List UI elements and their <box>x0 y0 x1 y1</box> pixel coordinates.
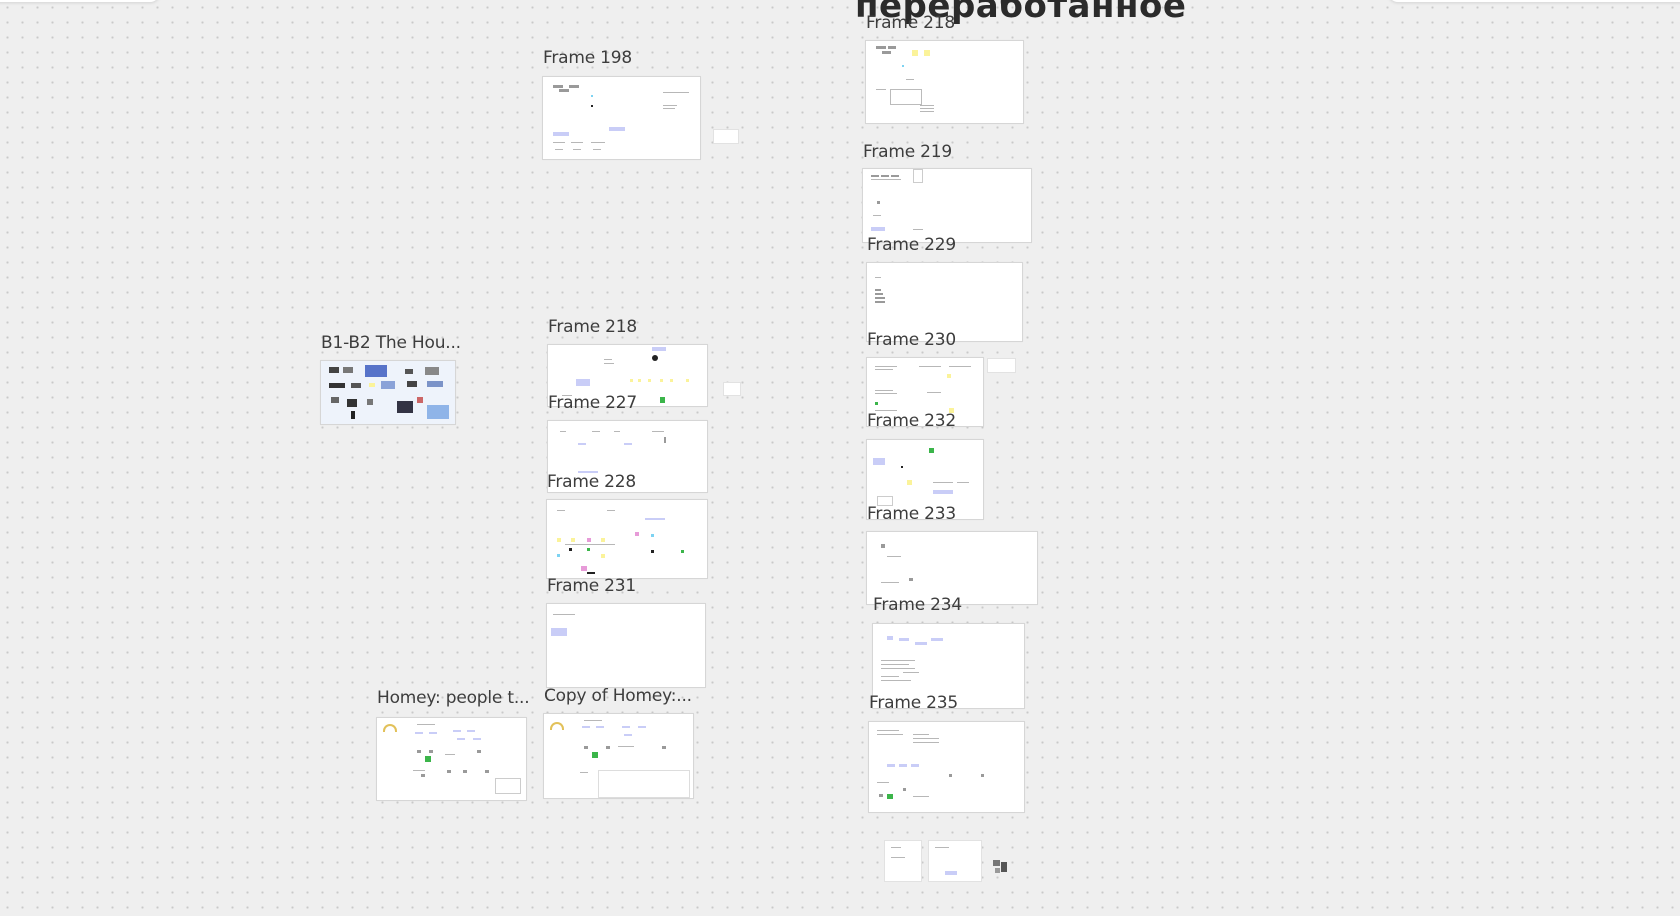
small-card[interactable] <box>713 129 739 144</box>
frame-228[interactable] <box>546 499 708 579</box>
frame-label-homey[interactable]: Homey: people t... <box>377 688 530 708</box>
frame-218-top[interactable] <box>865 40 1024 124</box>
image-thumbnail[interactable] <box>993 860 1009 874</box>
whiteboard-canvas[interactable]: переработанное Frame 198 Frame 218 Frame… <box>0 0 1680 916</box>
top-left-toolbar[interactable] <box>0 0 160 2</box>
mini-frame[interactable] <box>928 840 982 882</box>
frame-label-198[interactable]: Frame 198 <box>543 48 632 68</box>
frame-label-218-top[interactable]: Frame 218 <box>866 13 955 33</box>
frame-label-230[interactable]: Frame 230 <box>867 330 956 350</box>
top-right-toolbar[interactable] <box>1388 0 1680 2</box>
frame-label-232[interactable]: Frame 232 <box>867 411 956 431</box>
frame-233[interactable] <box>866 531 1038 605</box>
frame-label-homey-copy[interactable]: Copy of Homey:... <box>544 686 692 706</box>
frame-label-234[interactable]: Frame 234 <box>873 595 962 615</box>
frame-homey-copy[interactable] <box>543 713 694 799</box>
frame-label-219[interactable]: Frame 219 <box>863 142 952 162</box>
frame-label-b1b2[interactable]: B1-B2 The Hou... <box>321 333 461 353</box>
frame-label-233[interactable]: Frame 233 <box>867 504 956 524</box>
frame-homey[interactable] <box>376 717 527 801</box>
frame-231[interactable] <box>546 603 706 688</box>
frame-label-235[interactable]: Frame 235 <box>869 693 958 713</box>
frame-label-227[interactable]: Frame 227 <box>548 393 637 413</box>
frame-b1b2[interactable] <box>320 360 456 425</box>
frame-label-218-mid[interactable]: Frame 218 <box>548 317 637 337</box>
frame-219[interactable] <box>862 168 1032 243</box>
mini-frame[interactable] <box>884 840 922 882</box>
small-card[interactable] <box>723 382 741 396</box>
small-card[interactable] <box>987 358 1016 373</box>
frame-label-228[interactable]: Frame 228 <box>547 472 636 492</box>
frame-235[interactable] <box>868 721 1025 813</box>
frame-label-229[interactable]: Frame 229 <box>867 235 956 255</box>
frame-label-231[interactable]: Frame 231 <box>547 576 636 596</box>
frame-198[interactable] <box>542 76 701 160</box>
